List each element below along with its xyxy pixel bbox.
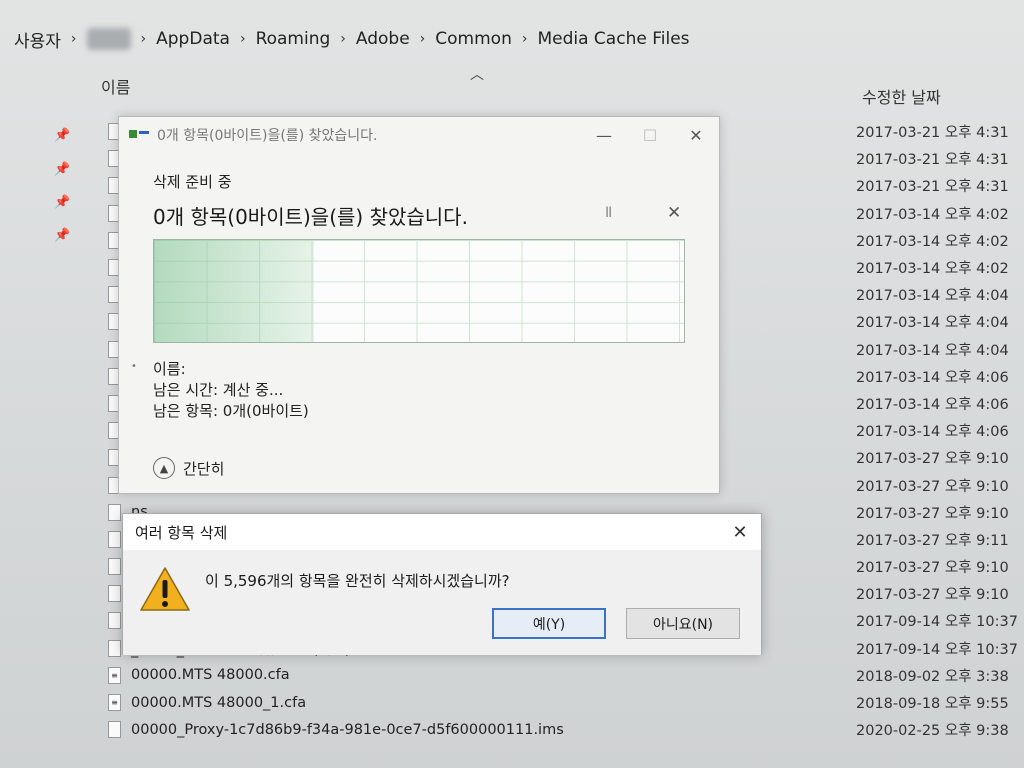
file-date-modified: 2017-03-14 오후 4:02 [856, 206, 1009, 223]
fewer-details-label[interactable]: 간단히 [183, 458, 224, 479]
breadcrumb-root[interactable]: 사용자 [8, 27, 67, 52]
file-icon [108, 639, 121, 657]
file-date-modified: 2017-09-14 오후 10:37 [856, 641, 1018, 658]
file-date-modified: 2017-03-27 오후 9:10 [856, 587, 1009, 604]
file-date-modified: 2020-02-25 오후 9:38 [856, 723, 1009, 740]
file-icon: ≡ [108, 666, 121, 684]
file-operation-icon [129, 128, 151, 142]
warning-icon [140, 567, 190, 611]
breadcrumb-separator-icon: › [521, 31, 528, 47]
breadcrumb-separator-icon: › [140, 31, 147, 47]
file-icon [108, 612, 121, 630]
close-button[interactable]: ✕ [673, 117, 719, 153]
file-date-modified: 2018-09-18 오후 9:55 [856, 696, 1009, 713]
pause-button[interactable]: II [605, 205, 612, 221]
file-icon [108, 721, 121, 739]
file-icon [108, 530, 121, 548]
file-row[interactable]: ≡ 00000.MTS 48000.cfa 2018-09-02 오후 3:38 [104, 662, 1024, 689]
column-header-name[interactable]: 이름 [101, 74, 130, 98]
bullet-icon: • [131, 361, 137, 372]
progress-graph [153, 239, 685, 343]
time-remaining-label: 남은 시간: 계산 중... [153, 381, 284, 399]
breadcrumb-common[interactable]: Common [429, 29, 518, 49]
file-date-modified: 2017-03-27 오후 9:10 [856, 451, 1009, 468]
file-date-modified: 2017-03-21 오후 4:31 [856, 152, 1009, 169]
breadcrumb-separator-icon: › [239, 31, 246, 47]
progress-heading: 0개 항목(0바이트)을(를) 찾았습니다. [153, 205, 468, 229]
pin-icon[interactable]: 📌 [54, 228, 70, 243]
file-date-modified: 2017-03-14 오후 4:06 [856, 424, 1009, 441]
delete-progress-dialog: 0개 항목(0바이트)을(를) 찾았습니다. — ☐ ✕ 삭제 준비 중 0개 … [118, 116, 720, 494]
file-date-modified: 2018-09-02 오후 3:38 [856, 668, 1009, 685]
file-date-modified: 2017-03-14 오후 4:02 [856, 261, 1009, 278]
file-date-modified: 2017-09-14 오후 10:37 [856, 614, 1018, 631]
pin-icon[interactable]: 📌 [54, 162, 70, 177]
breadcrumb-media-cache-files[interactable]: Media Cache Files [531, 29, 695, 49]
file-name: 00000.MTS 48000.cfa [131, 667, 290, 684]
breadcrumb-roaming[interactable]: Roaming [250, 29, 337, 49]
file-name: 00000.MTS 48000_1.cfa [131, 694, 307, 711]
confirm-message: 이 5,596개의 항목을 완전히 삭제하시겠습니까? [205, 572, 510, 590]
confirm-dialog-body: 이 5,596개의 항목을 완전히 삭제하시겠습니까? 예(Y) 아니요(N) [123, 550, 761, 655]
breadcrumb[interactable]: 사용자 › › AppData › Roaming › Adobe › Comm… [8, 24, 696, 54]
progress-graph-fill [154, 240, 314, 342]
file-row[interactable]: 00000_Proxy-1c7d86b9-f34a-981e-0ce7-d5f6… [104, 716, 1024, 743]
file-icon: ≡ [108, 694, 121, 712]
breadcrumb-separator-icon: › [419, 31, 426, 47]
file-name: 00000_Proxy-1c7d86b9-f34a-981e-0ce7-d5f6… [131, 721, 564, 738]
progress-subtitle: 삭제 준비 중 [153, 173, 232, 191]
close-icon[interactable]: ✕ [725, 518, 755, 546]
file-date-modified: 2017-03-14 오후 4:04 [856, 315, 1009, 332]
breadcrumb-separator-icon: › [70, 31, 77, 47]
minimize-button[interactable]: — [581, 117, 627, 153]
pin-icon[interactable]: 📌 [54, 195, 70, 210]
file-icon [108, 558, 121, 576]
yes-button[interactable]: 예(Y) [492, 608, 606, 639]
file-date-modified: 2017-03-14 오후 4:04 [856, 342, 1009, 359]
file-date-modified: 2017-03-14 오후 4:02 [856, 233, 1009, 250]
breadcrumb-adobe[interactable]: Adobe [350, 29, 416, 49]
no-button[interactable]: 아니요(N) [626, 608, 740, 639]
progress-dialog-title: 0개 항목(0바이트)을(를) 찾았습니다. [157, 128, 378, 144]
confirm-dialog-title: 여러 항목 삭제 [135, 523, 228, 542]
chevron-up-icon[interactable]: ▲ [153, 457, 175, 479]
file-date-modified: 2017-03-21 오후 4:31 [856, 125, 1009, 142]
file-date-modified: 2017-03-21 오후 4:31 [856, 179, 1009, 196]
pin-icon[interactable]: 📌 [54, 128, 70, 143]
file-icon [108, 503, 121, 521]
delete-multiple-items-dialog: 여러 항목 삭제 ✕ 이 5,596개의 항목을 완전히 삭제하시겠습니까? 예… [122, 513, 762, 655]
confirm-dialog-titlebar[interactable]: 여러 항목 삭제 [123, 514, 761, 550]
file-date-modified: 2017-03-27 오후 9:10 [856, 505, 1009, 522]
file-date-modified: 2017-03-27 오후 9:11 [856, 532, 1009, 549]
cancel-operation-button[interactable]: ✕ [667, 203, 681, 223]
breadcrumb-appdata[interactable]: AppData [150, 29, 236, 49]
sort-ascending-icon: ︿ [470, 67, 484, 83]
breadcrumb-separator-icon: › [340, 31, 346, 47]
breadcrumb-blurred-username[interactable] [86, 28, 131, 50]
name-label: 이름: [153, 360, 186, 378]
file-row[interactable]: ≡ 00000.MTS 48000_1.cfa 2018-09-18 오후 9:55 [104, 689, 1024, 716]
file-date-modified: 2017-03-27 오후 9:10 [856, 478, 1009, 495]
progress-details: 이름: 남은 시간: 계산 중... 남은 항목: 0개(0바이트) [153, 359, 309, 422]
file-icon [108, 585, 121, 603]
column-header-date-modified[interactable]: 수정한 날짜 [862, 84, 941, 108]
items-remaining-label: 남은 항목: 0개(0바이트) [153, 402, 309, 420]
file-date-modified: 2017-03-14 오후 4:04 [856, 288, 1009, 305]
file-date-modified: 2017-03-14 오후 4:06 [856, 369, 1009, 386]
file-date-modified: 2017-03-27 오후 9:10 [856, 560, 1009, 577]
file-date-modified: 2017-03-14 오후 4:06 [856, 396, 1009, 413]
maximize-button: ☐ [642, 125, 658, 145]
fewer-details-toggle[interactable]: ▲ 간단히 [153, 457, 224, 479]
